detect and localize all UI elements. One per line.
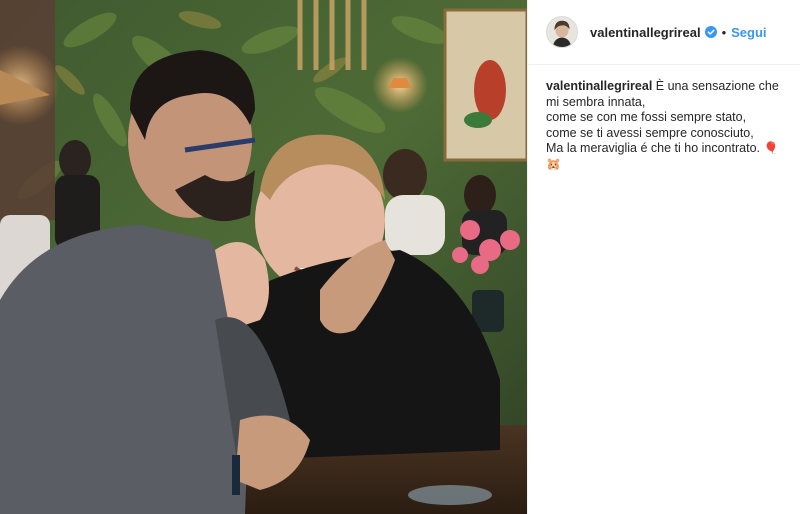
caption-line-3: come se ti avessi sempre conosciuto, [546,125,754,140]
caption-line-1: valentinallegrireal È una sensazione che… [546,79,786,110]
avatar-image [547,17,577,47]
post-caption: valentinallegrireal È una sensazione che… [528,65,800,172]
caption-username[interactable]: valentinallegrireal [546,79,652,93]
balloon-emoji: 🎈 [763,141,779,155]
caption-line-2: come se con me fossi sempre stato, [546,110,747,124]
caption-line-4: Ma la meraviglia é che ti ho incontrato.… [546,141,786,157]
follow-button[interactable]: Segui [731,25,766,40]
post-header: valentinallegrireal • Segui [528,0,800,65]
couple-photo-image [0,0,527,514]
hamster-emoji: 🐹 [546,156,561,171]
post-photo[interactable] [0,0,527,514]
caption-text-4: Ma la meraviglia é che ti ho incontrato. [546,141,764,155]
instagram-post: valentinallegrireal • Segui valentinalle… [0,0,800,514]
verified-badge-icon [704,26,717,38]
avatar[interactable] [546,16,578,48]
header-separator: • [721,24,727,40]
post-sidebar: valentinallegrireal • Segui valentinalle… [527,0,800,514]
header-username[interactable]: valentinallegrireal [590,25,701,40]
